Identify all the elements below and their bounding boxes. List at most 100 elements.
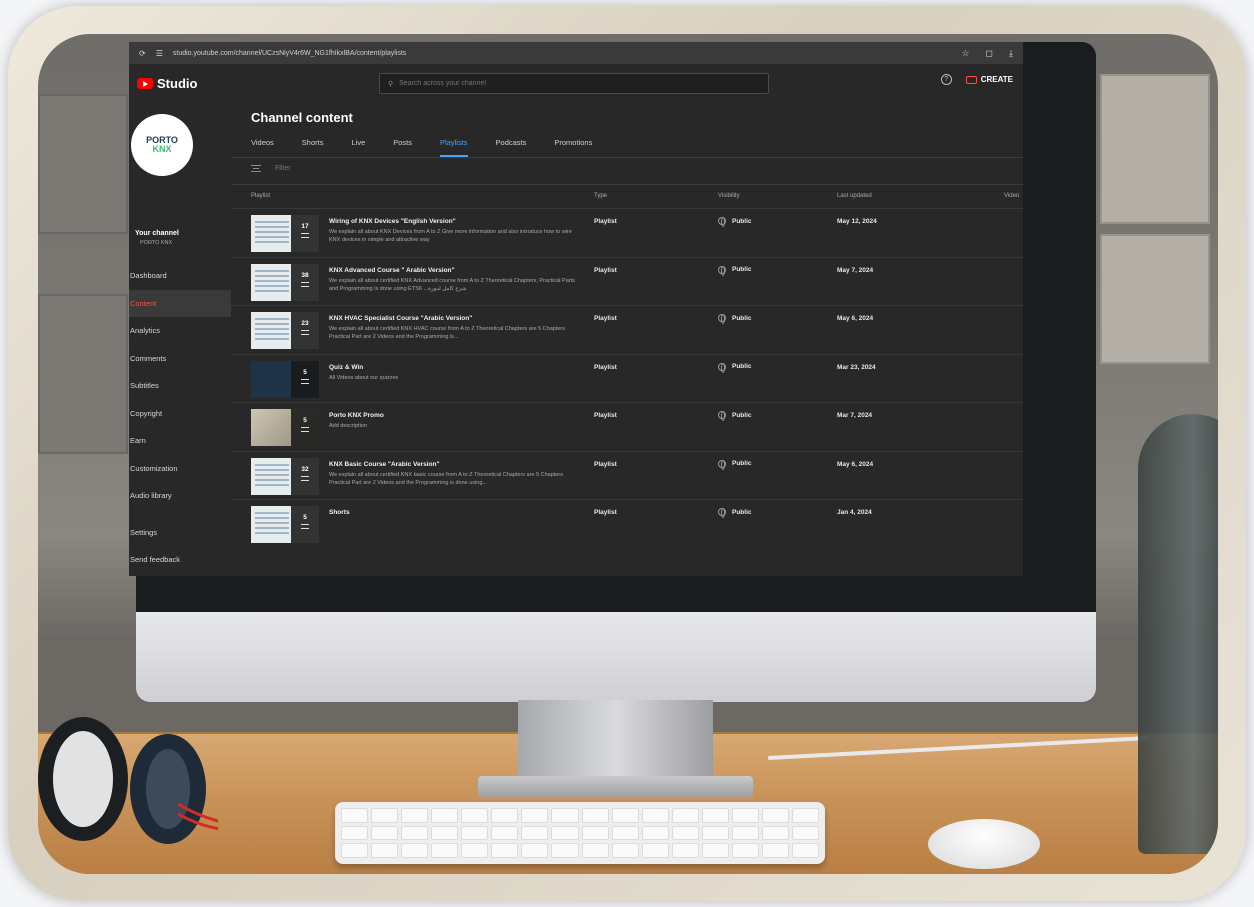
content-tabs: Videos Shorts Live Posts Playlists Podca… <box>251 138 620 157</box>
monitor-stand <box>518 700 713 780</box>
playlist-icon <box>301 475 309 481</box>
sidebar-item-comments[interactable]: Comments <box>129 345 231 373</box>
tab-promotions[interactable]: Promotions <box>554 138 592 157</box>
video-count-badge: 17 <box>291 215 319 252</box>
tab-live[interactable]: Live <box>351 138 365 157</box>
sidebar-item-settings[interactable]: Settings <box>129 519 231 547</box>
last-updated-date: May 7, 2024 <box>837 266 874 274</box>
visibility-status[interactable]: Public <box>718 265 752 276</box>
channel-name: PORTO KNX <box>140 240 173 246</box>
visibility-status[interactable]: Public <box>718 459 752 470</box>
create-label: CREATE <box>980 75 1013 84</box>
monitor-screen: ⟳ ☰ studio.youtube.com/channel/UCzsNiyV4… <box>129 42 1023 576</box>
playlist-description: We explain all about certified KNX HVAC … <box>329 326 566 340</box>
extensions-icon[interactable]: ◻ <box>986 48 993 59</box>
filter-icon[interactable] <box>251 165 261 172</box>
table-row[interactable]: 5 Porto KNX Promo Add description Playlist P… <box>231 402 1023 451</box>
video-count-badge: 32 <box>291 457 319 495</box>
filter-input[interactable]: Filter <box>275 165 291 172</box>
playlist-type: Playlist <box>594 218 617 225</box>
playlist-icon <box>301 427 309 432</box>
playlist-title[interactable]: KNX Advanced Course " Arabic Version" <box>329 267 455 274</box>
visibility-status[interactable]: Public <box>718 508 752 518</box>
channel-avatar[interactable]: PORTO KNX <box>131 114 193 176</box>
page-title: Channel content <box>251 110 353 125</box>
playlist-thumbnail[interactable]: 5 <box>251 360 319 398</box>
playlist-type: Playlist <box>594 412 617 419</box>
table-row[interactable]: 38 KNX Advanced Course " Arabic Version" W… <box>231 256 1023 306</box>
playlist-description: We explain all about certified KNX basic… <box>329 471 563 486</box>
filter-bar[interactable]: Filter <box>251 165 291 172</box>
studio-logo[interactable]: Studio <box>137 76 197 91</box>
column-visibility[interactable]: Visibility <box>718 193 740 199</box>
sidebar-item-copyright[interactable]: Copyright <box>129 400 231 428</box>
playlist-thumbnail[interactable]: 38 <box>251 263 319 301</box>
sidebar-item-analytics[interactable]: Analytics <box>129 317 231 345</box>
visibility-status[interactable]: Public <box>718 217 752 227</box>
table-row[interactable]: 17 Wiring of KNX Devices "English Version… <box>231 208 1023 257</box>
tab-shorts[interactable]: Shorts <box>302 138 324 157</box>
visibility-label: Public <box>732 217 752 225</box>
tab-podcasts[interactable]: Podcasts <box>496 138 527 157</box>
tab-posts[interactable]: Posts <box>393 138 412 157</box>
playlist-title[interactable]: Quiz & Win <box>329 364 363 371</box>
playlist-icon <box>301 281 309 287</box>
column-type[interactable]: Type <box>594 193 607 199</box>
playlist-type: Playlist <box>594 363 617 371</box>
youtube-play-icon <box>137 77 153 89</box>
tab-playlists[interactable]: Playlists <box>440 138 468 157</box>
sidebar-item-content[interactable]: Content <box>129 289 231 317</box>
column-video-count[interactable]: Video <box>1004 193 1019 199</box>
visibility-status[interactable]: Public <box>718 411 752 421</box>
table-row[interactable]: 5 Quiz & Win All Videos about our quizzes P… <box>231 353 1023 403</box>
playlist-title[interactable]: KNX Basic Course "Arabic Version" <box>329 461 440 468</box>
playlist-title[interactable]: KNX HVAC Specialist Course "Arabic Versi… <box>329 315 472 322</box>
search-input[interactable] <box>399 80 740 87</box>
table-row[interactable]: 5 Shorts Playlist Public Jan 4, 2024 <box>231 499 1023 548</box>
playlist-thumbnail[interactable]: 17 <box>251 215 319 252</box>
sidebar-item-send-feedback[interactable]: Send feedback <box>129 546 231 574</box>
wall-brick <box>1100 74 1210 224</box>
monitor-stand-base <box>478 776 753 798</box>
filter-divider <box>231 184 1023 185</box>
playlist-thumbnail[interactable]: 32 <box>251 457 319 495</box>
video-count: 23 <box>301 320 309 327</box>
sidebar-item-subtitles[interactable]: Subtitles <box>129 372 231 400</box>
sidebar-item-dashboard[interactable]: Dashboard <box>129 262 231 290</box>
table-row[interactable]: 23 KNX HVAC Specialist Course "Arabic Ver… <box>231 305 1023 354</box>
last-updated-date: May 6, 2024 <box>837 315 874 322</box>
video-count: 17 <box>301 223 309 230</box>
column-last-updated[interactable]: Last updated <box>837 193 872 199</box>
reload-icon[interactable]: ⟳ <box>139 49 146 58</box>
thumbnail-slide <box>255 463 289 488</box>
download-icon[interactable]: ⤓ <box>1009 48 1013 59</box>
playlist-title[interactable]: Shorts <box>329 509 350 516</box>
last-updated-date: Mar 23, 2024 <box>837 363 876 371</box>
column-playlist: Playlist <box>251 193 271 199</box>
visibility-label: Public <box>732 460 752 467</box>
playlist-type: Playlist <box>594 315 617 322</box>
visibility-label: Public <box>732 363 752 370</box>
playlist-title[interactable]: Porto KNX Promo <box>329 412 384 419</box>
tab-videos[interactable]: Videos <box>251 138 274 157</box>
search-box[interactable]: ⚲ <box>379 73 769 94</box>
sidebar-item-earn[interactable]: Earn <box>129 427 231 455</box>
playlist-thumbnail[interactable]: 5 <box>251 506 319 543</box>
bookmark-star-icon[interactable]: ☆ <box>961 48 969 59</box>
video-count: 5 <box>303 417 307 424</box>
playlist-thumbnail[interactable]: 23 <box>251 312 319 349</box>
sidebar-item-audio-library[interactable]: Audio library <box>129 482 231 510</box>
url-text[interactable]: studio.youtube.com/channel/UCzsNiyV4r6W_… <box>173 50 406 57</box>
site-info-icon[interactable]: ☰ <box>156 49 163 58</box>
create-button[interactable]: CREATE <box>965 75 1013 84</box>
channel-logo: PORTO KNX <box>146 136 178 154</box>
visibility-status[interactable]: Public <box>718 362 752 373</box>
tab-divider <box>231 157 1023 158</box>
playlist-title[interactable]: Wiring of KNX Devices "English Version" <box>329 218 456 225</box>
playlist-thumbnail[interactable]: 5 <box>251 409 319 446</box>
playlist-description: All Videos about our quizzes <box>329 374 399 381</box>
help-icon[interactable]: ? <box>940 74 952 85</box>
visibility-status[interactable]: Public <box>718 314 752 324</box>
sidebar-item-customization[interactable]: Customization <box>129 455 231 483</box>
table-row[interactable]: 32 KNX Basic Course "Arabic Version" We ex… <box>231 450 1023 500</box>
